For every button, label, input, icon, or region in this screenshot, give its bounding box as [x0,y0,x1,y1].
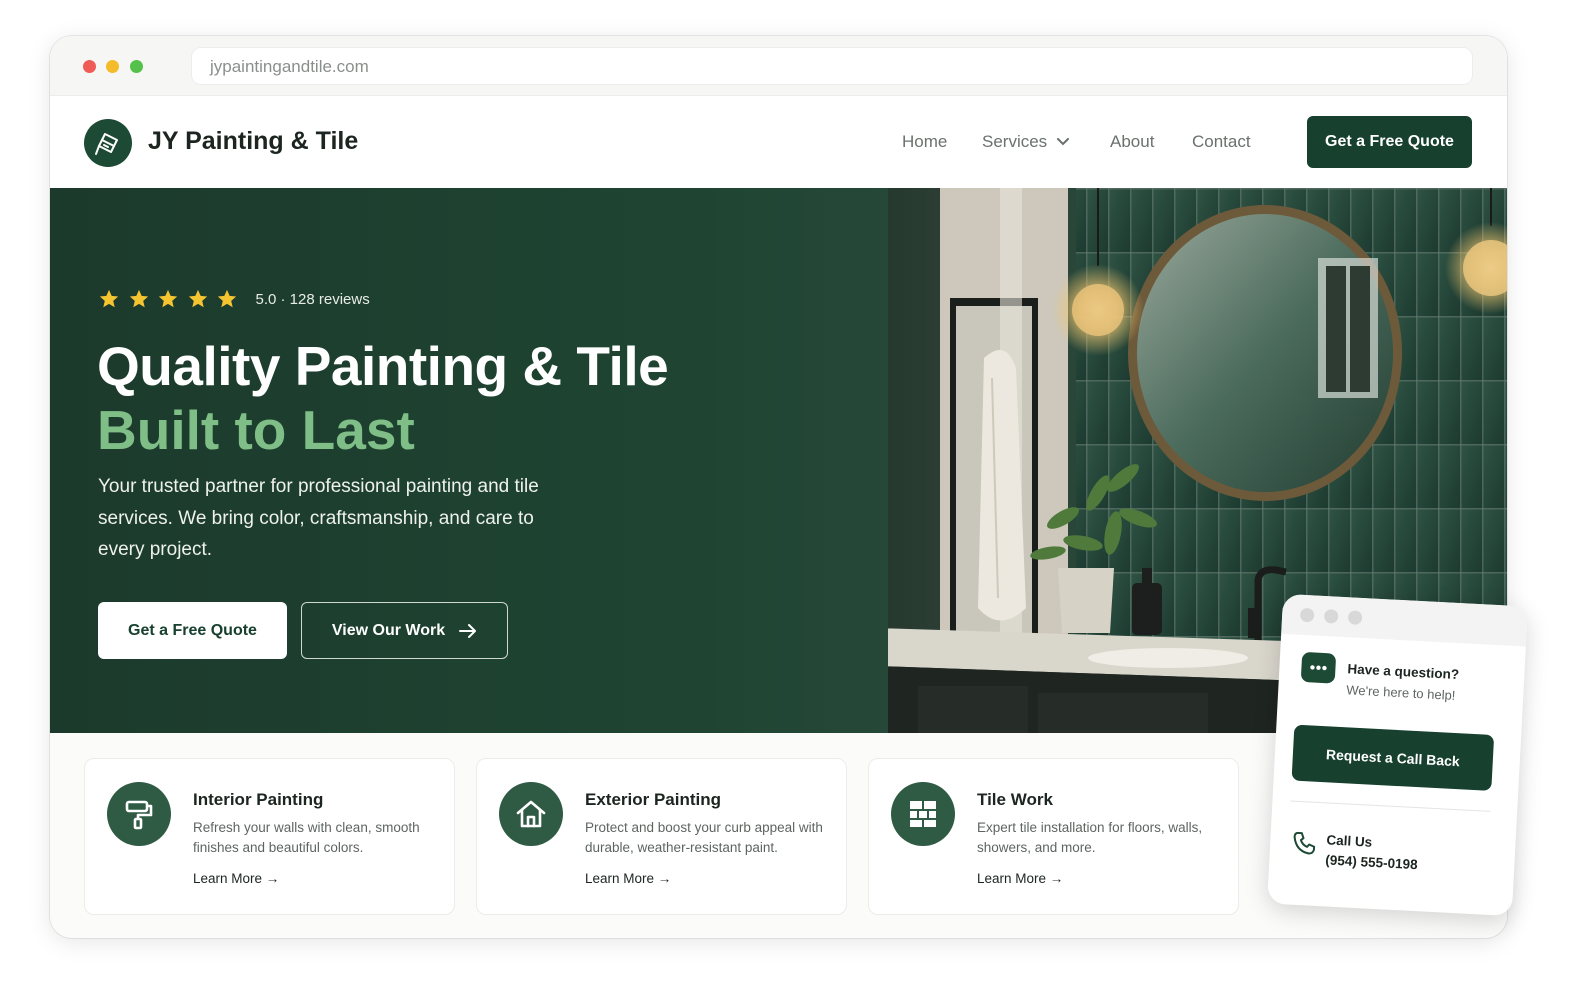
browser-toolbar: jypaintingandtile.com [50,36,1507,96]
star-icon [99,289,119,308]
hero-quote-button[interactable]: Get a Free Quote [98,602,287,659]
star-icon [158,289,178,308]
service-description: Expert tile installation for floors, wal… [977,820,1203,855]
widget-subtitle: We're here to help! [1345,682,1456,703]
tile-grid-icon [891,782,955,846]
star-icon [188,289,207,308]
header-quote-button[interactable]: Get a Free Quote [1307,116,1472,168]
service-card-tile[interactable]: Tile Work Expert tile installation for f… [868,758,1239,915]
chat-bubble-icon [1300,651,1337,684]
phone-icon [1293,831,1316,855]
maximize-window-button[interactable] [130,60,143,73]
star-icon [217,289,237,308]
view-work-label: View Our Work [331,621,446,639]
logo[interactable] [84,119,132,167]
nav-contact[interactable]: Contact [1192,132,1251,152]
hero-description: Your trusted partner for professional pa… [98,476,539,560]
paintbrush-icon [95,133,118,155]
contact-widget: Have a question? We're here to help! Req… [1267,593,1528,917]
minimize-window-button[interactable] [106,60,119,73]
learn-more-link[interactable]: Learn More → [193,871,279,886]
house-icon [499,782,563,846]
widget-dot [1347,610,1363,625]
rating: 5.0 · 128 reviews [98,288,370,310]
service-description: Protect and boost your curb appeal with … [585,820,823,855]
divider [1290,800,1491,812]
service-description: Refresh your walls with clean, smooth fi… [193,820,420,855]
call-us-label: Call Us [1326,832,1373,850]
address-bar[interactable]: jypaintingandtile.com [191,47,1473,85]
nav-services[interactable]: Services [982,132,1070,152]
star-icon [129,289,148,308]
service-title: Exterior Painting [585,790,722,809]
view-work-button[interactable]: View Our Work [301,602,508,659]
service-title: Interior Painting [193,790,324,809]
learn-more-link[interactable]: Learn More → [585,871,671,886]
brand-name[interactable]: JY Painting & Tile [148,127,358,156]
hero-title: Quality Painting & Tile [97,335,669,397]
hero-title-accent: Built to Last [97,399,415,461]
arrow-right-icon [459,623,477,638]
request-callback-button[interactable]: Request a Call Back [1291,724,1495,791]
service-card-interior[interactable]: Interior Painting Refresh your walls wit… [84,758,455,915]
widget-dot [1299,607,1315,623]
learn-more-link[interactable]: Learn More → [977,871,1063,886]
chevron-down-icon [1057,138,1070,146]
nav-services-label: Services [982,132,1048,151]
paint-roller-icon [107,782,171,846]
nav-home[interactable]: Home [902,132,947,152]
service-title: Tile Work [977,790,1053,809]
close-window-button[interactable] [83,60,96,73]
rating-text: 5.0 · 128 reviews [255,290,370,308]
nav-about[interactable]: About [1110,132,1154,152]
site-header: JY Painting & Tile Home Services About C… [50,96,1507,188]
widget-question: Have a question? [1347,661,1460,683]
service-card-exterior[interactable]: Exterior Painting Protect and boost your… [476,758,847,915]
widget-dot [1323,608,1339,624]
phone-number[interactable]: (954) 555-0198 [1325,852,1418,872]
